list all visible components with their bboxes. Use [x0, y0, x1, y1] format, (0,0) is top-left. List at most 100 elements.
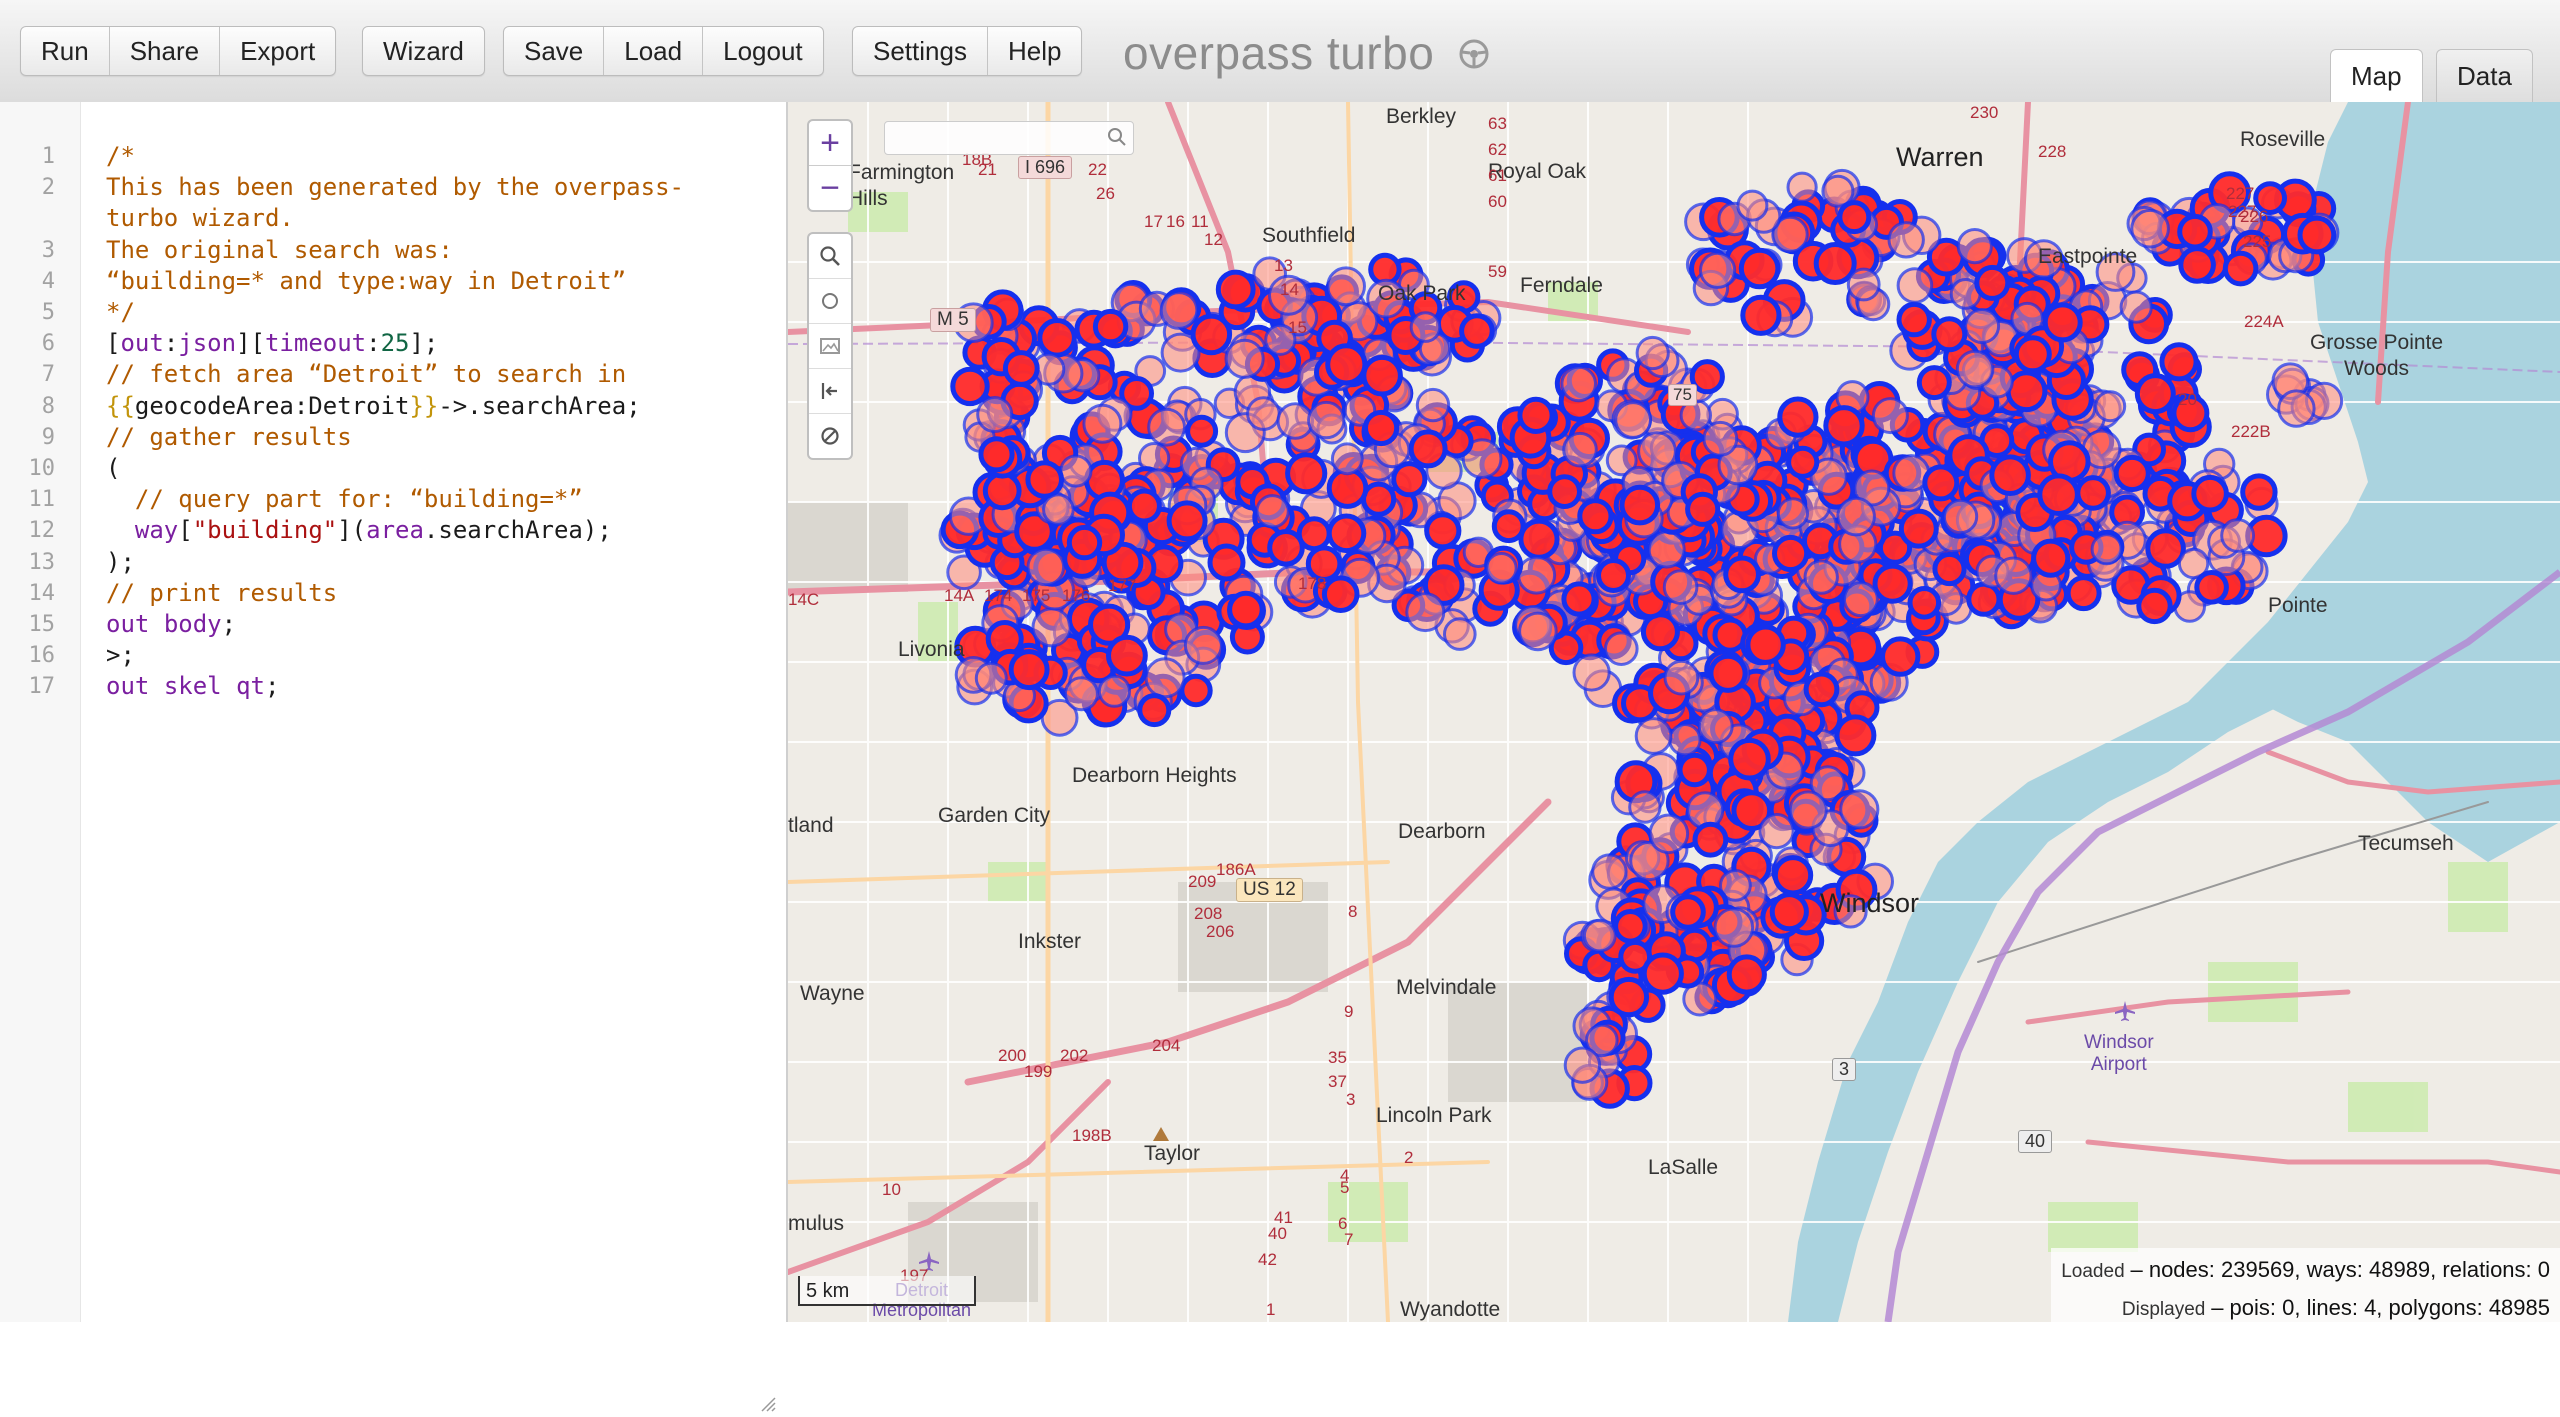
building-marker[interactable]	[1955, 349, 1995, 389]
building-marker[interactable]	[1560, 365, 1598, 403]
clear-data-icon[interactable]	[809, 414, 851, 458]
building-marker[interactable]	[1008, 649, 1050, 691]
building-marker[interactable]	[1363, 409, 1400, 447]
building-marker[interactable]	[1106, 634, 1148, 677]
building-marker[interactable]	[1185, 414, 1219, 448]
building-marker[interactable]	[2065, 575, 2102, 612]
building-marker[interactable]	[1740, 294, 1782, 336]
building-marker[interactable]	[1648, 813, 1690, 855]
building-marker[interactable]	[1685, 491, 1721, 527]
building-marker[interactable]	[2178, 246, 2216, 284]
building-marker[interactable]	[974, 661, 1008, 695]
building-marker[interactable]	[1772, 534, 1810, 573]
wizard-button[interactable]: Wizard	[363, 27, 484, 75]
building-marker[interactable]	[1758, 813, 1795, 850]
building-marker[interactable]	[1224, 338, 1265, 379]
building-marker[interactable]	[2031, 538, 2071, 578]
building-marker[interactable]	[1842, 581, 1879, 618]
building-marker[interactable]	[1803, 671, 1840, 708]
building-marker[interactable]	[1137, 693, 1172, 728]
building-marker[interactable]	[1871, 397, 1909, 435]
building-marker[interactable]	[1736, 189, 1769, 222]
code-line[interactable]: >;	[106, 641, 135, 669]
building-marker[interactable]	[2130, 208, 2170, 249]
code-line[interactable]: [out:json][timeout:25];	[106, 329, 438, 357]
building-marker[interactable]	[1964, 308, 2001, 344]
building-marker[interactable]	[1591, 853, 1628, 890]
building-marker[interactable]	[1002, 350, 1040, 387]
building-marker[interactable]	[1813, 242, 1857, 285]
building-marker[interactable]	[1405, 592, 1446, 633]
building-marker[interactable]	[1296, 516, 1332, 552]
load-button[interactable]: Load	[604, 27, 704, 75]
building-marker[interactable]	[1562, 431, 1598, 468]
building-marker[interactable]	[1092, 308, 1129, 345]
building-marker[interactable]	[1738, 247, 1781, 290]
building-marker[interactable]	[1896, 301, 1932, 338]
building-marker[interactable]	[950, 366, 990, 407]
building-marker[interactable]	[1037, 318, 1077, 358]
building-marker[interactable]	[1942, 498, 1979, 535]
building-marker[interactable]	[1517, 396, 1555, 434]
run-button[interactable]: Run	[21, 27, 110, 75]
share-button[interactable]: Share	[110, 27, 221, 75]
building-marker[interactable]	[1662, 569, 1699, 605]
building-marker[interactable]	[1872, 563, 1913, 604]
building-marker[interactable]	[1031, 607, 1072, 648]
building-marker[interactable]	[1443, 617, 1477, 651]
building-marker[interactable]	[1190, 313, 1233, 356]
locate-me-icon[interactable]	[809, 279, 851, 324]
save-button[interactable]: Save	[504, 27, 605, 75]
building-marker[interactable]	[2005, 370, 2048, 413]
building-marker[interactable]	[1641, 952, 1684, 995]
building-marker[interactable]	[1887, 221, 1925, 259]
building-marker[interactable]	[1485, 552, 1518, 585]
building-marker[interactable]	[1788, 790, 1828, 830]
code-line[interactable]: // fetch area “Detroit” to search in	[106, 360, 626, 388]
building-marker[interactable]	[1916, 365, 1952, 401]
building-marker[interactable]	[1547, 474, 1582, 510]
building-marker[interactable]	[1577, 498, 1614, 535]
building-marker[interactable]	[2042, 302, 2083, 343]
building-marker[interactable]	[1663, 659, 1700, 696]
fullscreen-toggle-icon[interactable]	[809, 369, 851, 414]
building-marker[interactable]	[1517, 555, 1557, 595]
code-line[interactable]: /*	[106, 142, 135, 170]
building-marker[interactable]	[1042, 493, 1075, 526]
building-marker[interactable]	[1745, 624, 1786, 665]
building-marker[interactable]	[2136, 587, 2173, 625]
code-line[interactable]: // gather results	[106, 423, 352, 451]
building-marker[interactable]	[1518, 518, 1560, 560]
building-marker[interactable]	[1777, 396, 1819, 438]
building-marker[interactable]	[2159, 342, 2199, 382]
building-marker[interactable]	[2013, 335, 2052, 374]
code-line[interactable]: “building=* and type:way in Detroit”	[106, 267, 626, 295]
building-marker[interactable]	[1836, 496, 1876, 537]
building-marker[interactable]	[2177, 213, 2213, 250]
building-marker[interactable]	[1974, 264, 2011, 301]
building-marker[interactable]	[1459, 313, 1495, 349]
building-marker[interactable]	[1596, 558, 1631, 593]
building-marker[interactable]	[1321, 575, 1360, 614]
building-marker[interactable]	[1246, 396, 1281, 431]
map-search-input[interactable]	[884, 121, 1134, 155]
building-marker[interactable]	[1907, 586, 1942, 620]
tab-map[interactable]: Map	[2330, 49, 2423, 103]
building-marker[interactable]	[1956, 228, 1993, 265]
building-marker[interactable]	[1361, 354, 1403, 397]
code-line[interactable]: out body;	[106, 610, 236, 638]
building-marker[interactable]	[1066, 524, 1103, 561]
building-marker[interactable]	[1728, 737, 1771, 781]
building-marker[interactable]	[1183, 625, 1223, 665]
building-marker[interactable]	[1179, 673, 1213, 708]
building-marker[interactable]	[1227, 590, 1265, 629]
building-marker[interactable]	[1692, 821, 1729, 858]
building-marker[interactable]	[1326, 513, 1367, 554]
building-marker[interactable]	[982, 471, 1022, 511]
code-line[interactable]: // query part for: “building=*”	[106, 485, 583, 513]
building-marker[interactable]	[1846, 267, 1881, 302]
building-marker[interactable]	[1786, 445, 1820, 479]
building-marker[interactable]	[1408, 429, 1448, 469]
building-marker[interactable]	[1126, 488, 1162, 524]
map-view[interactable]: Berkley Royal Oak Warren Roseville Farmi…	[788, 102, 2560, 1322]
